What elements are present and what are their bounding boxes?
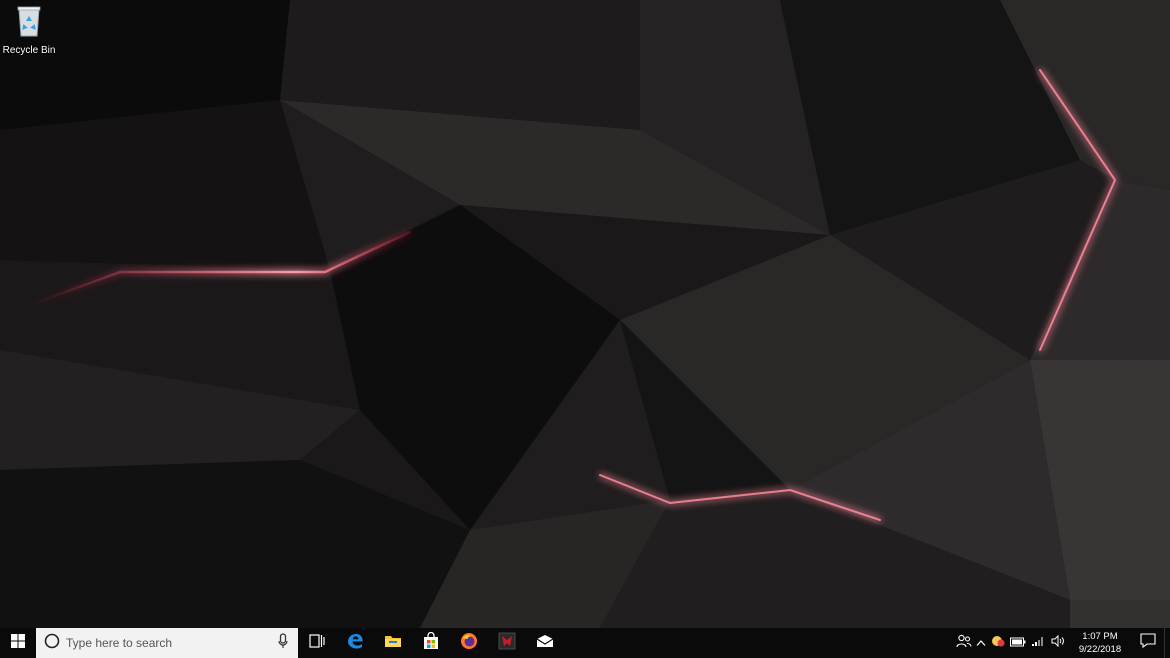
taskbar-app-firefox[interactable] [450,628,488,658]
clock-time: 1:07 PM [1082,631,1118,642]
edge-icon [346,632,364,655]
desktop-wallpaper [0,0,1170,628]
mail-icon [536,634,554,653]
show-desktop-button[interactable] [1164,628,1170,658]
taskbar-app-file-explorer[interactable] [374,628,412,658]
folder-icon [384,633,402,654]
people-icon [956,634,972,653]
taskbar-clock[interactable]: 1:07 PM 9/22/2018 [1068,628,1132,658]
battery-button[interactable] [1008,628,1028,658]
windows-logo-icon [11,633,25,653]
notification-icon [1140,633,1156,653]
predator-icon [498,632,516,655]
cortana-icon [44,633,60,654]
taskbar-search-box[interactable]: Type here to search [36,628,298,658]
taskbar: Type here to search 1:07 PM 9/22/2018 [0,628,1170,658]
taskbar-app-predator-sense[interactable] [488,628,526,658]
microphone-icon[interactable] [278,632,288,654]
taskbar-app-edge[interactable] [336,628,374,658]
show-hidden-icons-button[interactable] [974,628,988,658]
taskbar-app-mail[interactable] [526,628,564,658]
taskbar-app-store[interactable] [412,628,450,658]
task-view-button[interactable] [298,628,336,658]
search-placeholder: Type here to search [66,636,173,650]
volume-icon [1051,634,1065,652]
recycle-bin-icon [14,4,44,43]
clock-date: 9/22/2018 [1078,644,1122,655]
app-tray-icon [991,634,1005,653]
chevron-up-icon [976,634,986,652]
battery-icon [1010,634,1026,652]
firefox-icon [460,632,478,655]
start-button[interactable] [0,628,36,658]
people-button[interactable] [954,628,974,658]
network-button[interactable] [1028,628,1048,658]
desktop-icon-recycle-bin[interactable]: Recycle Bin [2,4,56,56]
action-center-button[interactable] [1132,628,1164,658]
desktop-icon-label: Recycle Bin [2,45,56,56]
tray-app-button[interactable] [988,628,1008,658]
volume-button[interactable] [1048,628,1068,658]
task-view-icon [309,633,325,653]
wifi-icon [1031,634,1045,652]
store-icon [422,631,440,655]
system-tray: 1:07 PM 9/22/2018 [954,628,1170,658]
